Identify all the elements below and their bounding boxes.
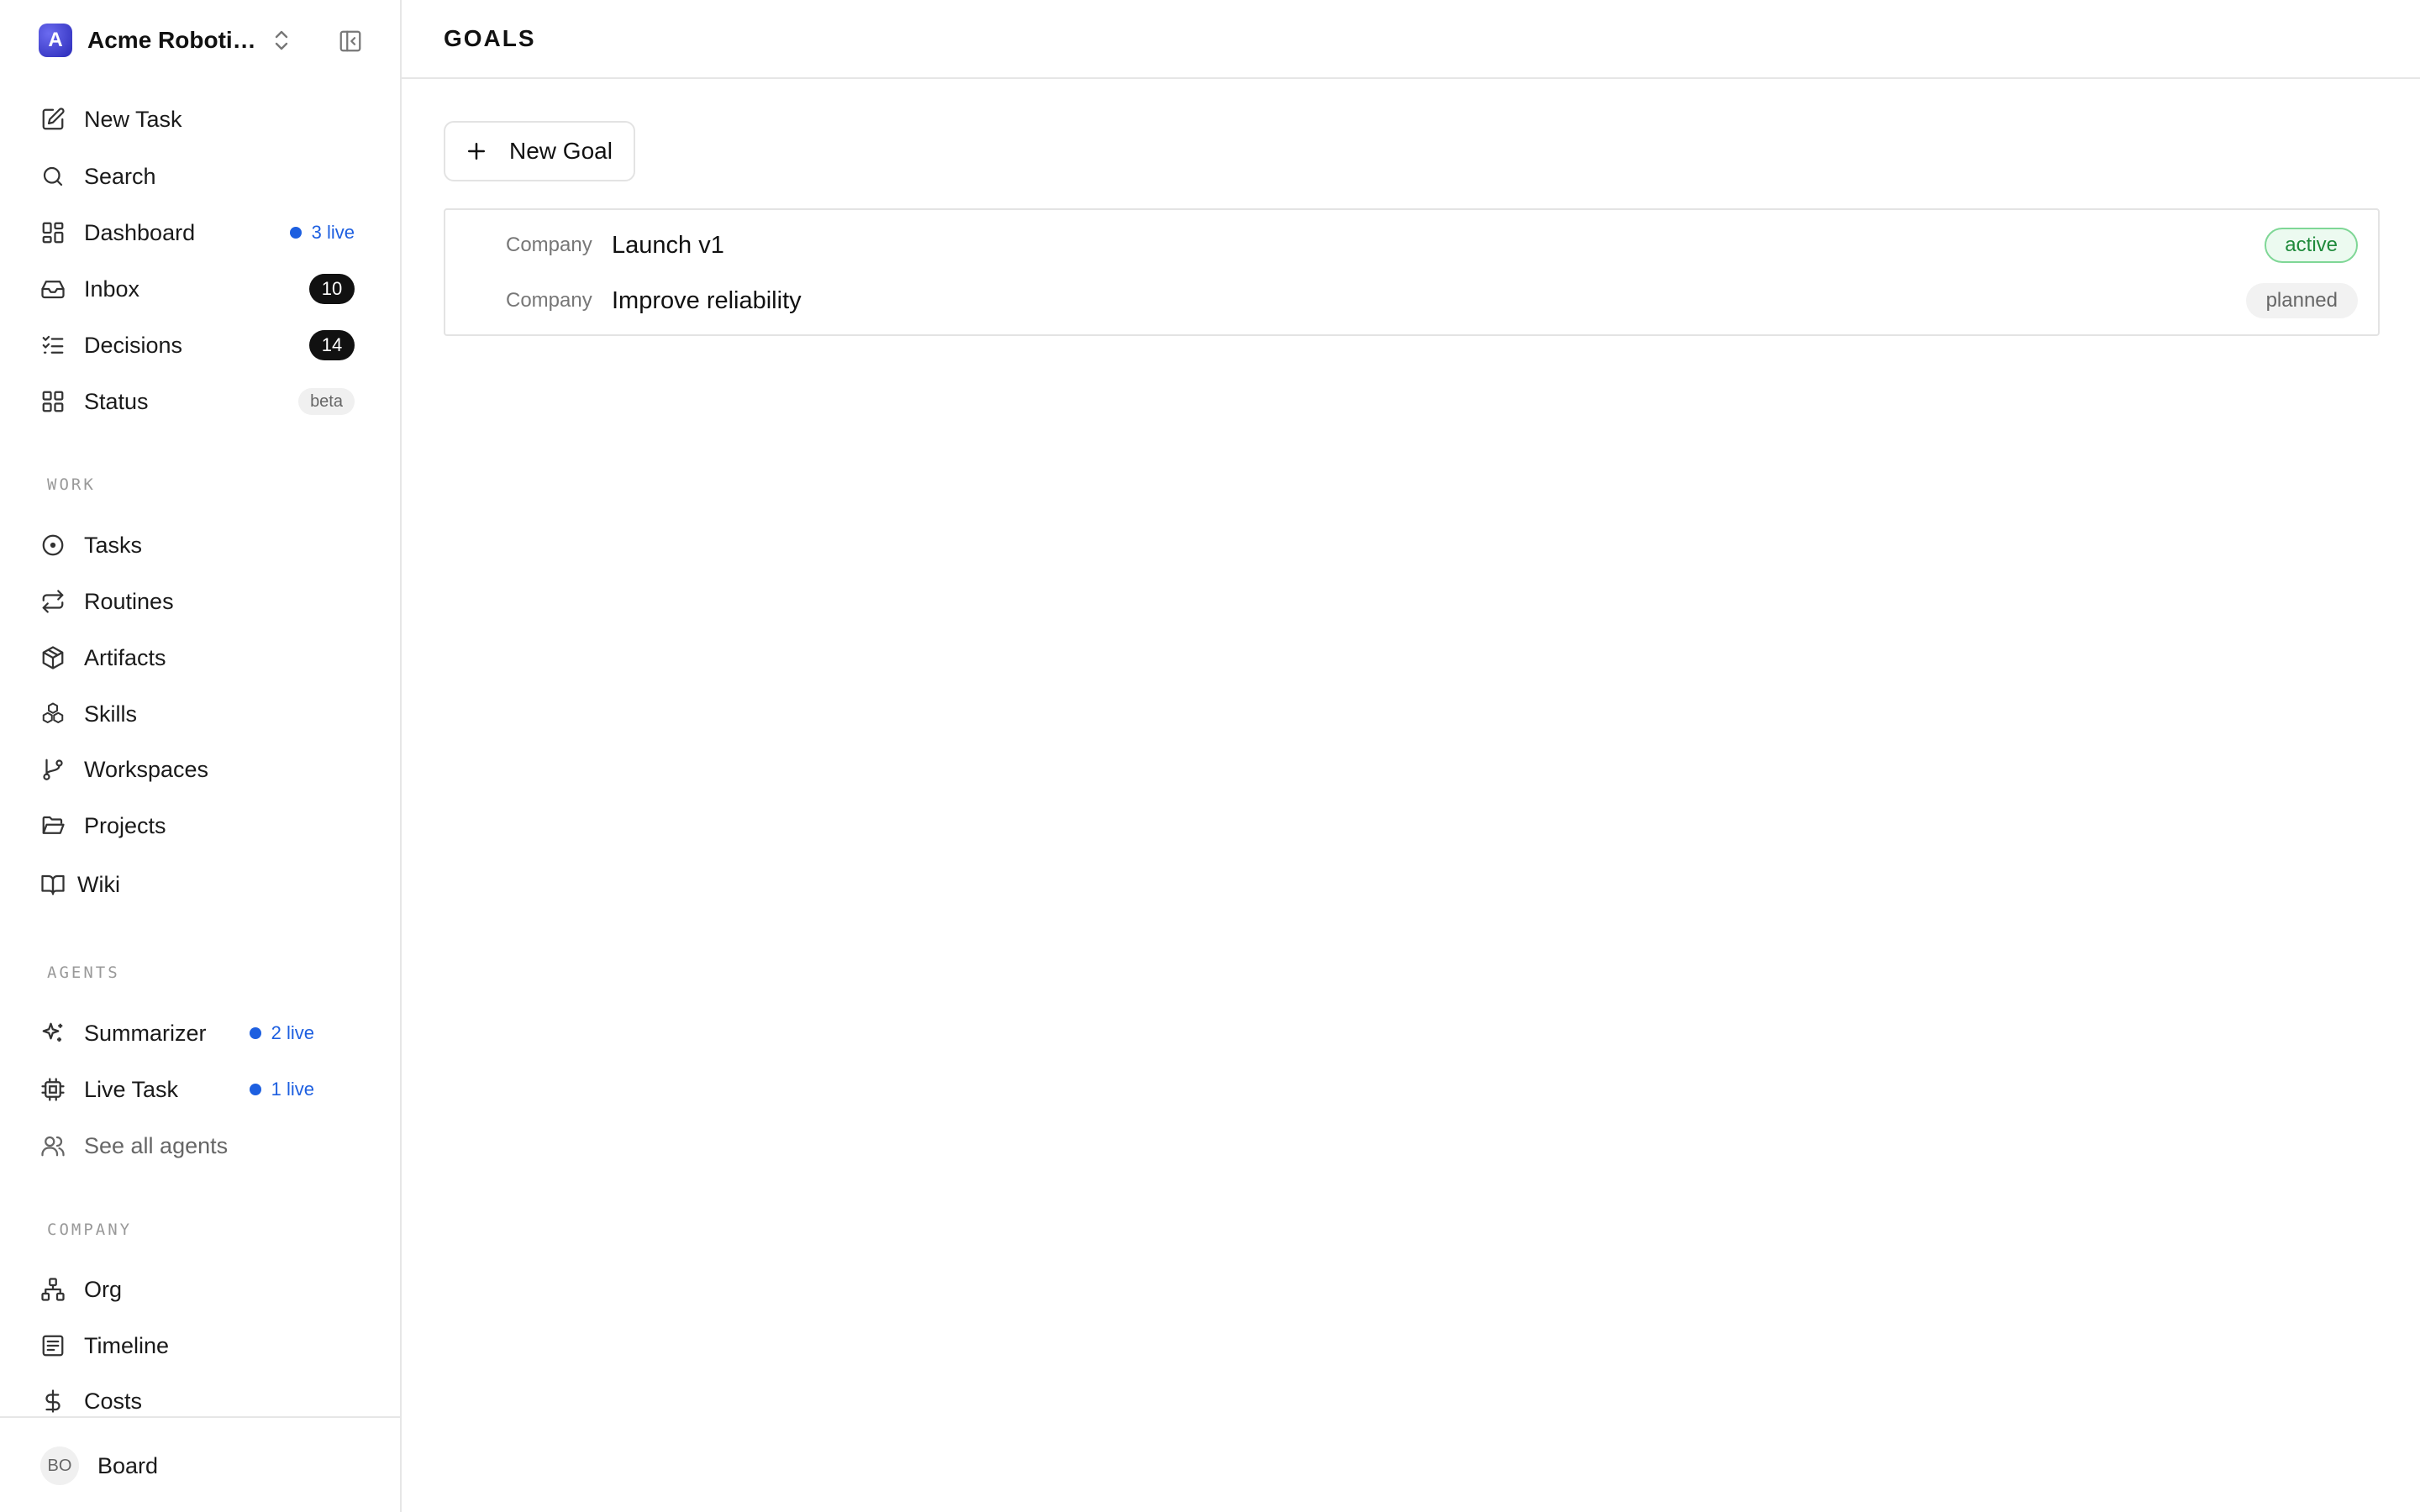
nav-inbox-label: Inbox bbox=[84, 276, 140, 302]
section-label-agents: AGENTS bbox=[47, 963, 120, 982]
nav-wiki-label: Wiki bbox=[77, 871, 120, 897]
goal-title: Improve reliability bbox=[612, 286, 802, 314]
plus-icon bbox=[468, 143, 485, 160]
sidebar-collapse-icon bbox=[339, 30, 361, 52]
cpu-icon bbox=[39, 1075, 67, 1104]
circle-dot-icon bbox=[39, 531, 67, 559]
nav-dashboard-label: Dashboard bbox=[84, 219, 196, 245]
agent-summarizer[interactable]: Summarizer 2 live bbox=[39, 1010, 366, 1057]
goal-level: Company bbox=[506, 234, 592, 256]
book-open-icon bbox=[39, 870, 67, 899]
workspace-logo: A bbox=[39, 24, 72, 57]
live-indicator: 3 live bbox=[289, 222, 355, 244]
live-dot-icon bbox=[289, 227, 302, 239]
nav-new-task-label: New Task bbox=[84, 106, 182, 132]
goal-level: Company bbox=[506, 289, 592, 312]
search-icon bbox=[39, 162, 67, 191]
beta-badge: beta bbox=[298, 388, 355, 415]
nav-search-label: Search bbox=[84, 163, 156, 189]
new-goal-button[interactable]: New Goal bbox=[444, 121, 635, 181]
live-dot-icon bbox=[249, 1027, 261, 1039]
main-content: GOALS New Goal Company Launch v1 active … bbox=[402, 0, 2420, 1512]
dashboard-icon bbox=[39, 218, 67, 247]
nav-dashboard[interactable]: Dashboard 3 live bbox=[39, 209, 366, 256]
chevron-up-down-icon bbox=[271, 27, 292, 54]
nav-projects[interactable]: Projects bbox=[39, 802, 366, 849]
nav-workspaces[interactable]: Workspaces bbox=[39, 746, 366, 793]
live-indicator: 2 live bbox=[249, 1022, 314, 1044]
status-badge: planned bbox=[2245, 283, 2358, 318]
decisions-count-badge: 14 bbox=[309, 330, 355, 360]
checklist-icon bbox=[39, 331, 67, 360]
nav-tasks-label: Tasks bbox=[84, 532, 143, 558]
live-dot-icon bbox=[249, 1084, 261, 1095]
boxes-icon bbox=[39, 700, 67, 728]
nav-costs-label: Costs bbox=[84, 1388, 143, 1414]
user-name: Board bbox=[97, 1452, 159, 1478]
agent-live-task-label: Live Task bbox=[84, 1076, 179, 1102]
section-label-work: WORK bbox=[47, 475, 96, 494]
nav-status-label: Status bbox=[84, 388, 149, 414]
nav-decisions-label: Decisions bbox=[84, 332, 183, 358]
nav-projects-label: Projects bbox=[84, 812, 166, 838]
nav-skills-label: Skills bbox=[84, 701, 138, 727]
live-count: 1 live bbox=[271, 1079, 314, 1100]
status-badge: active bbox=[2265, 228, 2358, 263]
timeline-icon bbox=[39, 1331, 67, 1360]
users-icon bbox=[39, 1131, 67, 1160]
dollar-icon bbox=[39, 1387, 67, 1415]
live-indicator: 1 live bbox=[249, 1079, 314, 1100]
goal-row[interactable]: Company Launch v1 active bbox=[445, 218, 2378, 273]
avatar: BO bbox=[40, 1446, 79, 1485]
org-chart-icon bbox=[39, 1275, 67, 1304]
nav-inbox[interactable]: Inbox 10 bbox=[39, 265, 366, 312]
goal-title: Launch v1 bbox=[612, 231, 724, 259]
section-label-company: COMPANY bbox=[47, 1221, 133, 1239]
nav-artifacts-label: Artifacts bbox=[84, 644, 166, 670]
nav-status[interactable]: Status beta bbox=[39, 378, 366, 425]
agent-summarizer-label: Summarizer bbox=[84, 1020, 207, 1046]
package-icon bbox=[39, 643, 67, 672]
nav-routines[interactable]: Routines bbox=[39, 578, 366, 625]
inbox-count-badge: 10 bbox=[309, 274, 355, 304]
see-all-agents-label: See all agents bbox=[84, 1132, 229, 1158]
grid-icon bbox=[39, 387, 67, 416]
edit-icon bbox=[39, 105, 67, 134]
goals-list: Company Launch v1 active Company Improve… bbox=[444, 208, 2380, 336]
page-title: GOALS bbox=[444, 25, 536, 51]
top-bar: GOALS bbox=[402, 0, 2420, 79]
nav-decisions[interactable]: Decisions 14 bbox=[39, 322, 366, 369]
repeat-icon bbox=[39, 587, 67, 616]
new-goal-label: New Goal bbox=[509, 138, 613, 164]
nav-search[interactable]: Search bbox=[39, 153, 366, 200]
goal-row[interactable]: Company Improve reliability planned bbox=[445, 273, 2378, 328]
nav-tasks[interactable]: Tasks bbox=[39, 522, 366, 569]
sidebar-footer: BO Board bbox=[0, 1416, 400, 1512]
nav-routines-label: Routines bbox=[84, 588, 174, 614]
live-count: 2 live bbox=[271, 1022, 314, 1043]
sparkles-icon bbox=[39, 1019, 67, 1047]
folder-open-icon bbox=[39, 811, 67, 840]
nav-org-label: Org bbox=[84, 1276, 123, 1302]
nav-timeline-label: Timeline bbox=[84, 1332, 170, 1358]
workspace-name: Acme Roboti… bbox=[87, 27, 256, 53]
nav-timeline[interactable]: Timeline bbox=[39, 1322, 366, 1369]
agent-live-task[interactable]: Live Task 1 live bbox=[39, 1066, 366, 1113]
see-all-agents-link[interactable]: See all agents bbox=[39, 1122, 366, 1169]
nav-new-task[interactable]: New Task bbox=[39, 96, 366, 143]
live-count: 3 live bbox=[311, 222, 355, 243]
workspace-switcher[interactable]: A Acme Roboti… bbox=[39, 24, 292, 57]
nav-org[interactable]: Org bbox=[39, 1266, 366, 1313]
git-branch-icon bbox=[39, 755, 67, 784]
app: A Acme Roboti… New Task Search Dashboard… bbox=[0, 0, 2420, 1512]
nav-skills[interactable]: Skills bbox=[39, 690, 366, 738]
sidebar: A Acme Roboti… New Task Search Dashboard… bbox=[0, 0, 402, 1512]
inbox-icon bbox=[39, 275, 67, 303]
nav-wiki[interactable]: Wiki bbox=[39, 861, 366, 908]
nav-artifacts[interactable]: Artifacts bbox=[39, 634, 366, 681]
collapse-sidebar-button[interactable] bbox=[336, 27, 365, 55]
user-menu[interactable]: BO Board bbox=[40, 1446, 158, 1485]
nav-workspaces-label: Workspaces bbox=[84, 756, 209, 782]
